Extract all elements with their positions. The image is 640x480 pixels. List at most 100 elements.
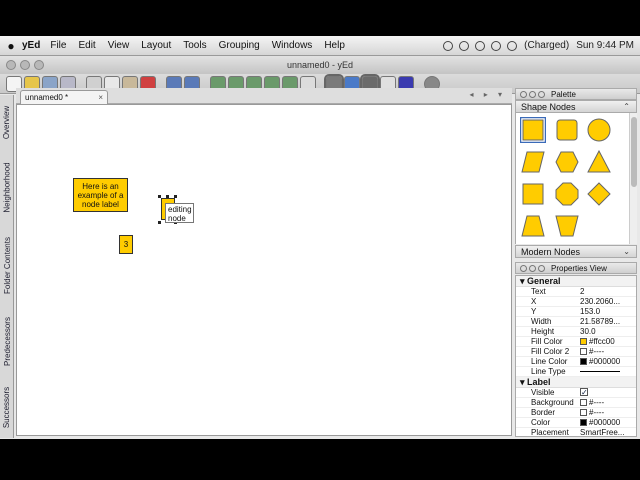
prop-row[interactable]: Y 153.0	[516, 307, 636, 317]
prop-row[interactable]: Text 2	[516, 287, 636, 297]
close-window-button[interactable]	[6, 60, 16, 70]
graph-node-3[interactable]: 3	[119, 235, 133, 254]
collapse-icon[interactable]: ⌃	[623, 101, 630, 113]
prop-row[interactable]: Width 21.58789...	[516, 317, 636, 327]
graph-node-label-example[interactable]: Here is an example of a node label	[73, 178, 128, 212]
shape-node-grid	[515, 113, 637, 244]
palette-octagon[interactable]	[554, 181, 580, 207]
line-type-preview[interactable]	[580, 371, 620, 372]
fill-color-2-swatch[interactable]	[580, 348, 587, 355]
edit-text-line: node	[168, 214, 186, 223]
group-general[interactable]: ▾ General	[516, 276, 636, 287]
status-icon-1[interactable]	[443, 40, 454, 51]
prop-row[interactable]: Fill Color 2 #----	[516, 347, 636, 357]
tab-successors[interactable]: Successors	[0, 379, 14, 435]
palette-inverted-trapezoid[interactable]	[554, 213, 580, 239]
prop-row[interactable]: Placement SmartFree...	[516, 428, 636, 436]
scroll-thumb[interactable]	[631, 117, 637, 187]
prop-row[interactable]: Height 30.0	[516, 327, 636, 337]
graph-canvas[interactable]: Here is an example of a node label 3 edi…	[16, 104, 512, 436]
palette-ellipse[interactable]	[586, 117, 612, 143]
expand-icon[interactable]: ⌄	[623, 246, 630, 258]
wifi-icon[interactable]	[491, 40, 502, 51]
menu-layout[interactable]: Layout	[141, 40, 171, 51]
fill-color-swatch[interactable]	[580, 338, 587, 345]
minimize-window-button[interactable]	[20, 60, 30, 70]
palette-scrollbar[interactable]	[629, 113, 637, 244]
palette-hexagon[interactable]	[554, 149, 580, 175]
close-icon[interactable]	[520, 90, 527, 98]
menu-grouping[interactable]: Grouping	[219, 40, 260, 51]
window-titlebar: unnamed0 - yEd	[0, 56, 640, 74]
prop-row[interactable]: Visible ✓	[516, 388, 636, 398]
document-tab[interactable]: unnamed0 * ×	[20, 90, 108, 104]
tab-navigation[interactable]: ◂ ▸ ▾	[470, 90, 507, 99]
group-label[interactable]: ▾ Label	[516, 377, 636, 388]
document-tab-label: unnamed0 *	[25, 93, 69, 102]
minimize-icon[interactable]	[529, 90, 536, 98]
border-swatch[interactable]	[580, 409, 587, 416]
prop-row[interactable]: Color #000000	[516, 418, 636, 428]
label-color-swatch[interactable]	[580, 419, 587, 426]
close-tab-icon[interactable]: ×	[98, 93, 103, 102]
palette-diamond[interactable]	[586, 181, 612, 207]
clock-icon[interactable]	[475, 40, 486, 51]
palette-parallelogram[interactable]	[520, 149, 546, 175]
section-shape-nodes[interactable]: Shape Nodes ⌃	[515, 100, 637, 113]
maximize-icon[interactable]	[538, 264, 545, 272]
edit-text-line: editing	[168, 205, 192, 214]
prop-row[interactable]: Fill Color #ffcc00	[516, 337, 636, 347]
menu-file[interactable]: File	[50, 40, 66, 51]
menu-help[interactable]: Help	[324, 40, 345, 51]
prop-row[interactable]: Line Type	[516, 367, 636, 377]
app-menu[interactable]: yEd	[22, 40, 40, 51]
properties-table: ▾ General Text 2 X 230.2060... Y 153.0 Widt…	[515, 275, 637, 437]
node-label: 3	[123, 240, 129, 249]
properties-title: Properties View	[551, 263, 607, 273]
section-modern-nodes[interactable]: Modern Nodes ⌄	[515, 245, 637, 258]
menubar-clock[interactable]: Sun 9:44 PM	[576, 40, 634, 51]
volume-icon[interactable]	[507, 40, 518, 51]
window-controls	[6, 60, 44, 70]
selection-handle[interactable]	[166, 195, 169, 198]
menu-view[interactable]: View	[108, 40, 130, 51]
selection-handle[interactable]	[158, 221, 161, 224]
line-color-swatch[interactable]	[580, 358, 587, 365]
palette-square[interactable]	[520, 181, 546, 207]
battery-status[interactable]: (Charged)	[524, 40, 569, 51]
palette-trapezoid[interactable]	[520, 213, 546, 239]
apple-icon[interactable]: ●	[0, 39, 22, 53]
node-label: Here is an example of a node label	[77, 181, 124, 209]
background-swatch[interactable]	[580, 399, 587, 406]
prop-row[interactable]: Background #----	[516, 398, 636, 408]
document-tab-bar: unnamed0 * × ◂ ▸ ▾	[16, 88, 512, 104]
window-title: unnamed0 - yEd	[286, 60, 354, 70]
minimize-icon[interactable]	[529, 264, 536, 272]
selection-handle[interactable]	[158, 195, 161, 198]
palette-header: Palette	[515, 88, 637, 100]
palette-triangle[interactable]	[586, 149, 612, 175]
menu-windows[interactable]: Windows	[272, 40, 313, 51]
tab-overview[interactable]: Overview	[0, 97, 14, 147]
prop-row[interactable]: Line Color #000000	[516, 357, 636, 367]
tab-neighborhood[interactable]: Neighborhood	[0, 153, 14, 221]
palette-rounded-rectangle[interactable]	[554, 117, 580, 143]
menu-tools[interactable]: Tools	[183, 40, 206, 51]
maximize-icon[interactable]	[538, 90, 545, 98]
prop-row[interactable]: X 230.2060...	[516, 297, 636, 307]
menu-edit[interactable]: Edit	[78, 40, 95, 51]
visible-checkbox[interactable]: ✓	[580, 388, 588, 397]
status-icon-2[interactable]	[459, 40, 470, 51]
tab-predecessors[interactable]: Predecessors	[0, 309, 14, 373]
zoom-window-button[interactable]	[34, 60, 44, 70]
close-icon[interactable]	[520, 264, 527, 272]
left-side-tabs: Overview Neighborhood Folder Contents Pr…	[0, 95, 14, 438]
section-title: Shape Nodes	[521, 102, 576, 112]
section-title: Modern Nodes	[521, 247, 581, 257]
prop-row[interactable]: Border #----	[516, 408, 636, 418]
label-edit-field[interactable]: editing node	[165, 203, 194, 223]
properties-header: Properties View	[515, 262, 637, 274]
palette-rectangle[interactable]	[520, 117, 546, 143]
tab-folder-contents[interactable]: Folder Contents	[0, 227, 14, 303]
selection-handle[interactable]	[174, 195, 177, 198]
